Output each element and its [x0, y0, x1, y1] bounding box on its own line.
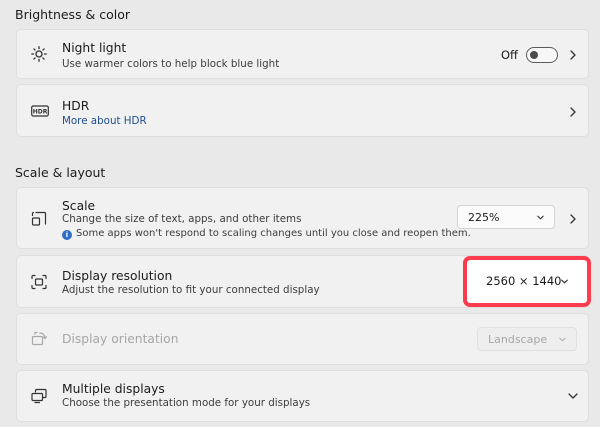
multiple-displays-icon [31, 388, 47, 404]
chevron-right-icon[interactable] [567, 106, 579, 118]
hdr-icon-text: HDR [33, 109, 48, 116]
display-orientation-card: Display orientation Landscape [16, 313, 589, 365]
hdr-card[interactable]: HDR HDR More about HDR [16, 84, 589, 137]
hdr-icon: HDR [31, 103, 49, 119]
chevron-down-icon [560, 277, 569, 286]
scale-dropdown[interactable]: 225% [457, 205, 555, 229]
display-resolution-title: Display resolution [62, 269, 173, 283]
night-light-card[interactable]: Night light Use warmer colors to help bl… [16, 29, 589, 79]
scale-info-text: Some apps won't respond to scaling chang… [76, 228, 471, 239]
brightness-icon [31, 46, 47, 62]
display-resolution-subtitle: Adjust the resolution to fit your connec… [62, 284, 320, 296]
scale-icon [31, 211, 47, 227]
toggle-knob [530, 51, 538, 59]
display-orientation-title: Display orientation [62, 332, 179, 346]
scale-title: Scale [62, 199, 96, 213]
orientation-icon [31, 331, 47, 347]
night-light-title: Night light [62, 41, 127, 55]
scale-info: i Some apps won't respond to scaling chan… [62, 228, 471, 240]
multiple-displays-card[interactable]: Multiple displays Choose the presentatio… [16, 370, 589, 422]
orientation-dropdown: Landscape [477, 327, 577, 351]
night-light-toggle[interactable] [526, 47, 558, 63]
hdr-title: HDR [62, 99, 90, 113]
chevron-right-icon[interactable] [567, 49, 579, 61]
chevron-down-icon [536, 213, 545, 222]
more-about-hdr-link[interactable]: More about HDR [62, 115, 147, 127]
resolution-dropdown-value: 2560 × 1440 [486, 274, 562, 288]
night-light-subtitle: Use warmer colors to help block blue lig… [62, 58, 280, 70]
scale-subtitle: Change the size of text, apps, and other… [62, 213, 302, 225]
multiple-displays-subtitle: Choose the presentation mode for your di… [62, 397, 311, 409]
brightness-section-title: Brightness & color [15, 7, 131, 22]
chevron-down-icon [558, 335, 567, 344]
night-light-toggle-label: Off [501, 48, 518, 62]
multiple-displays-title: Multiple displays [62, 382, 165, 396]
scale-section-title: Scale & layout [15, 165, 106, 180]
scale-dropdown-value: 225% [468, 211, 500, 224]
orientation-dropdown-value: Landscape [488, 333, 548, 346]
info-icon: i [62, 230, 72, 240]
resolution-dropdown[interactable]: 2560 × 1440 [463, 256, 591, 307]
chevron-right-icon[interactable] [567, 213, 579, 225]
resolution-icon [31, 274, 47, 290]
scale-card[interactable]: Scale Change the size of text, apps, and… [16, 187, 589, 249]
chevron-down-icon[interactable] [567, 390, 579, 402]
